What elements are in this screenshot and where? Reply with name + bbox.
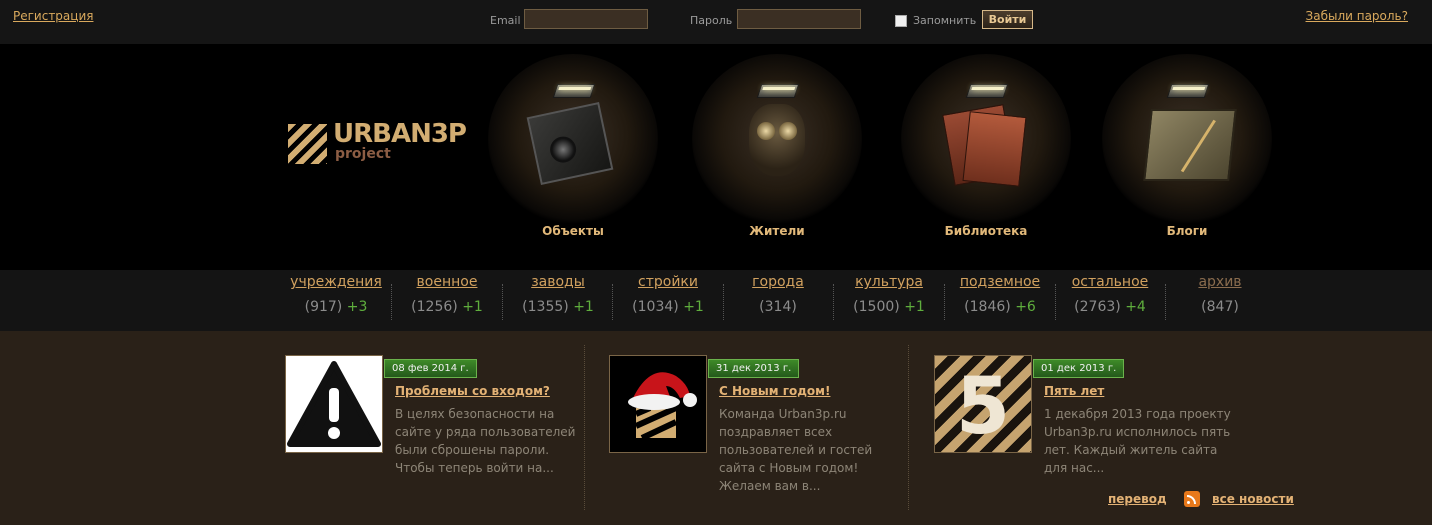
logo-stripes-icon xyxy=(288,124,327,164)
stat-link[interactable]: военное xyxy=(392,274,502,290)
news-date: 08 фев 2014 г. xyxy=(384,359,477,378)
news-excerpt: Команда Urban3p.ru поздравляет всех поль… xyxy=(719,407,873,493)
lamp-icon xyxy=(552,84,596,98)
stat-new: +1 xyxy=(573,299,594,315)
category-objects[interactable]: Объекты xyxy=(473,54,673,270)
news-title[interactable]: Пять лет xyxy=(1044,384,1104,398)
stat-link[interactable]: культура xyxy=(834,274,944,290)
stat-count: (1846) xyxy=(964,299,1011,315)
lamp-icon xyxy=(1166,84,1210,98)
stat-count: (917) xyxy=(304,299,343,315)
stat-count: (2763) xyxy=(1074,299,1121,315)
login-button[interactable]: Войти xyxy=(982,10,1033,29)
stat-culture: культура (1500) +1 xyxy=(834,274,944,315)
stat-underground: подземное (1846) +6 xyxy=(945,274,1055,315)
stat-link[interactable]: учреждения xyxy=(281,274,391,290)
password-field[interactable] xyxy=(737,9,861,29)
warning-icon xyxy=(287,361,381,447)
news-item: 5 01 дек 2013 г. Пять лет 1 декабря 2013… xyxy=(934,355,1234,495)
stat-link[interactable]: подземное xyxy=(945,274,1055,290)
stat-count: (1034) xyxy=(632,299,679,315)
stat-institutions: учреждения (917) +3 xyxy=(281,274,391,315)
category-blogs[interactable]: Блоги xyxy=(1087,54,1287,270)
remember-label: Запомнить xyxy=(913,14,977,27)
password-label: Пароль xyxy=(690,14,733,27)
email-label: Email xyxy=(490,14,521,27)
all-news-link[interactable]: все новости xyxy=(1212,492,1294,506)
logo-subtext: project xyxy=(335,146,391,162)
stat-cities: города (314) xyxy=(723,274,833,315)
stat-factories: заводы (1355) +1 xyxy=(503,274,613,315)
stat-link[interactable]: стройки xyxy=(613,274,723,290)
stat-new: +4 xyxy=(1125,299,1146,315)
email-field[interactable] xyxy=(524,9,648,29)
stat-archive: архив (847) xyxy=(1165,274,1275,315)
category-label: Библиотека xyxy=(944,224,1028,238)
stat-constructions: стройки (1034) +1 xyxy=(613,274,723,315)
news-date: 31 дек 2013 г. xyxy=(708,359,800,378)
news-thumbnail[interactable]: 5 xyxy=(934,355,1032,453)
news-item: 31 дек 2013 г. С Новым годом! Команда Ur… xyxy=(609,355,909,495)
stat-new: +1 xyxy=(462,299,483,315)
news-item: 08 фев 2014 г. Проблемы со входом? В цел… xyxy=(285,355,585,495)
category-residents[interactable]: Жители xyxy=(677,54,877,270)
category-label: Блоги xyxy=(1166,224,1208,238)
site-logo[interactable]: URBAN3P project xyxy=(288,119,473,168)
stat-count: (1256) xyxy=(411,299,458,315)
remember-checkbox[interactable] xyxy=(895,15,907,27)
notebook-icon xyxy=(1143,109,1237,181)
news-date: 01 дек 2013 г. xyxy=(1033,359,1125,378)
news-title[interactable]: Проблемы со входом? xyxy=(395,384,550,398)
register-link[interactable]: Регистрация xyxy=(13,9,93,23)
stat-new: +3 xyxy=(346,299,368,315)
news-thumbnail[interactable] xyxy=(285,355,383,453)
rss-icon[interactable] xyxy=(1184,491,1200,507)
stat-count: (1500) xyxy=(853,299,900,315)
logo-text: URBAN3P xyxy=(333,119,467,149)
stat-count: (847) xyxy=(1201,299,1239,315)
stat-link[interactable]: заводы xyxy=(503,274,613,290)
stat-count: (314) xyxy=(759,299,797,315)
stat-military: военное (1256) +1 xyxy=(392,274,502,315)
stat-link[interactable]: города xyxy=(723,274,833,290)
stat-other: остальное (2763) +4 xyxy=(1055,274,1165,315)
category-stats: учреждения (917) +3 военное (1256) +1 за… xyxy=(0,270,1432,331)
stat-new: +1 xyxy=(904,299,925,315)
translate-link[interactable]: перевод xyxy=(1108,492,1167,506)
top-bar: Регистрация Email Пароль Запомнить Войти… xyxy=(0,0,1432,44)
news-title[interactable]: С Новым годом! xyxy=(719,384,830,398)
news-excerpt: 1 декабря 2013 года проекту Urban3p.ru и… xyxy=(1044,407,1231,475)
lamp-icon xyxy=(756,84,800,98)
lamp-icon xyxy=(965,84,1009,98)
stat-link[interactable]: остальное xyxy=(1055,274,1165,290)
category-label: Объекты xyxy=(542,224,604,238)
stat-count: (1355) xyxy=(522,299,569,315)
stat-link[interactable]: архив xyxy=(1165,274,1275,290)
category-library[interactable]: Библиотека xyxy=(886,54,1086,270)
santa-hat-icon xyxy=(628,372,697,441)
forgot-password-link[interactable]: Забыли пароль? xyxy=(1306,9,1408,23)
news-thumbnail[interactable] xyxy=(609,355,707,453)
header: URBAN3P project Объекты Жители Библиотек… xyxy=(0,44,1432,270)
stat-new: +1 xyxy=(683,299,704,315)
five-years-number: 5 xyxy=(955,362,1011,452)
gas-mask-icon xyxy=(749,104,805,176)
news-excerpt: В целях безопасности на сайте у ряда пол… xyxy=(395,407,576,475)
stat-new: +6 xyxy=(1015,299,1036,315)
category-label: Жители xyxy=(749,224,805,238)
